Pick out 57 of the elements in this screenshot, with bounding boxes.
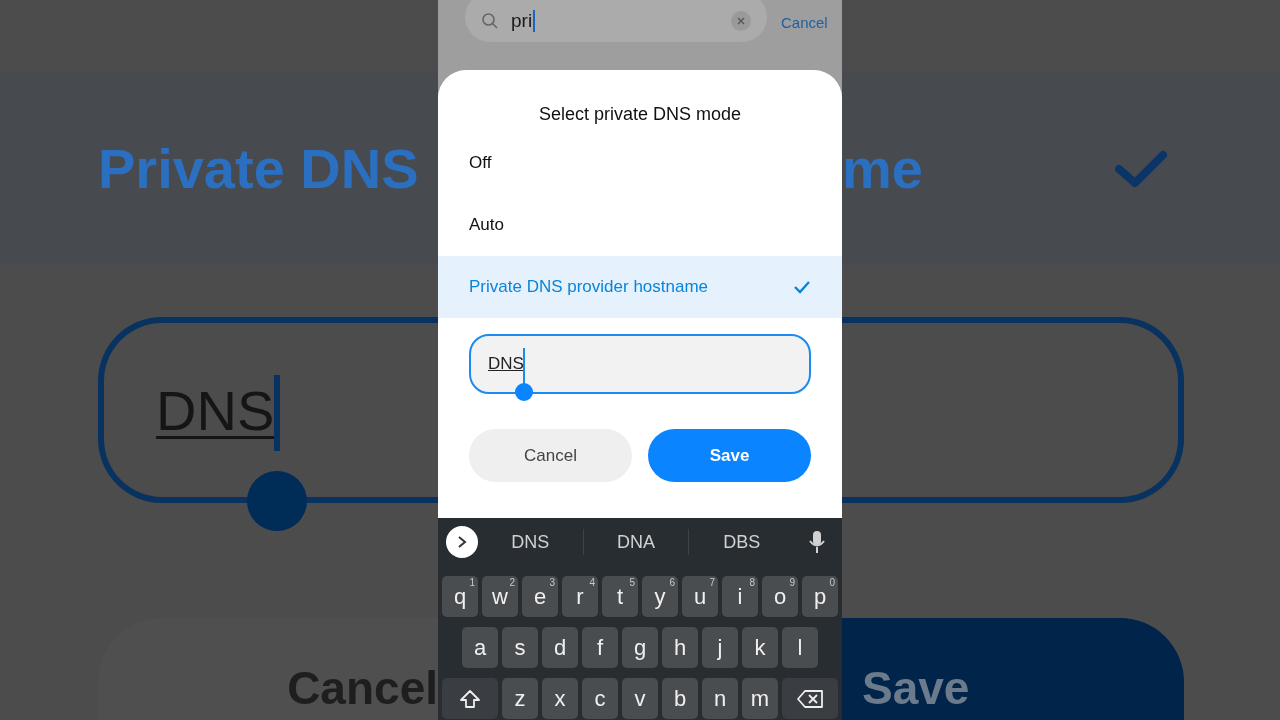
search-text: pri xyxy=(511,10,536,32)
backdrop-title: me xyxy=(842,136,923,201)
key-hint: 8 xyxy=(749,577,755,588)
search-field[interactable]: pri xyxy=(465,0,767,42)
dialog-title: Select private DNS mode xyxy=(537,104,743,126)
key-hint: 7 xyxy=(709,577,715,588)
keyboard-key[interactable]: l xyxy=(782,627,818,668)
keyboard-key[interactable]: m xyxy=(742,678,778,719)
backspace-key[interactable] xyxy=(782,678,838,719)
keyboard-key[interactable]: z xyxy=(502,678,538,719)
keyboard-key[interactable]: k xyxy=(742,627,778,668)
check-icon xyxy=(793,280,811,294)
shift-key[interactable] xyxy=(442,678,498,719)
keyboard-key[interactable]: r 4 xyxy=(562,576,598,617)
save-button[interactable]: Save xyxy=(648,429,811,482)
option-item[interactable]: Private DNS provider hostname xyxy=(438,256,842,318)
keyboard-key[interactable]: x xyxy=(542,678,578,719)
microphone-icon[interactable] xyxy=(808,530,826,554)
keyboard-key[interactable]: d xyxy=(542,627,578,668)
shift-icon xyxy=(459,687,481,710)
backdrop-title: Private DNS xyxy=(98,136,419,201)
option-item[interactable]: Off xyxy=(438,132,842,194)
keyboard-key[interactable]: a xyxy=(462,627,498,668)
keyboard-key[interactable]: c xyxy=(582,678,618,719)
search-icon xyxy=(481,12,499,30)
check-icon xyxy=(1115,148,1167,189)
key-hint: 5 xyxy=(629,577,635,588)
suggestion-word[interactable]: DBS xyxy=(689,531,794,553)
key-hint: 2 xyxy=(509,577,515,588)
close-icon xyxy=(737,17,745,25)
chevron-right-icon xyxy=(457,535,467,549)
keyboard-key[interactable]: i 8 xyxy=(722,576,758,617)
clear-button[interactable] xyxy=(731,11,751,31)
cancel-button[interactable]: Cancel xyxy=(469,429,632,482)
option-item[interactable]: Auto xyxy=(438,194,842,256)
suggestion-word[interactable]: DNS xyxy=(478,531,583,553)
key-hint: 4 xyxy=(589,577,595,588)
keyboard-key[interactable]: j xyxy=(702,627,738,668)
keyboard-key[interactable]: g xyxy=(622,627,658,668)
key-hint: 3 xyxy=(549,577,555,588)
key-hint: 6 xyxy=(669,577,675,588)
key-hint: 1 xyxy=(469,577,475,588)
key-hint: 0 xyxy=(829,577,835,588)
backspace-icon xyxy=(796,688,824,709)
backdrop-field-text: DNS xyxy=(156,377,275,443)
keyboard-key[interactable]: b xyxy=(662,678,698,719)
keyboard-key[interactable]: s xyxy=(502,627,538,668)
keyboard-key[interactable]: h xyxy=(662,627,698,668)
keyboard-key[interactable]: f xyxy=(582,627,618,668)
keyboard-key[interactable]: t 5 xyxy=(602,576,638,617)
keyboard-key[interactable]: v xyxy=(622,678,658,719)
key-hint: 9 xyxy=(789,577,795,588)
expand-button[interactable] xyxy=(446,526,478,558)
suggestion-word[interactable]: DNA xyxy=(583,531,689,553)
cursor-handle[interactable] xyxy=(515,383,533,401)
keyboard-key[interactable]: n xyxy=(702,678,738,719)
hostname-field[interactable]: DNS xyxy=(469,334,811,394)
